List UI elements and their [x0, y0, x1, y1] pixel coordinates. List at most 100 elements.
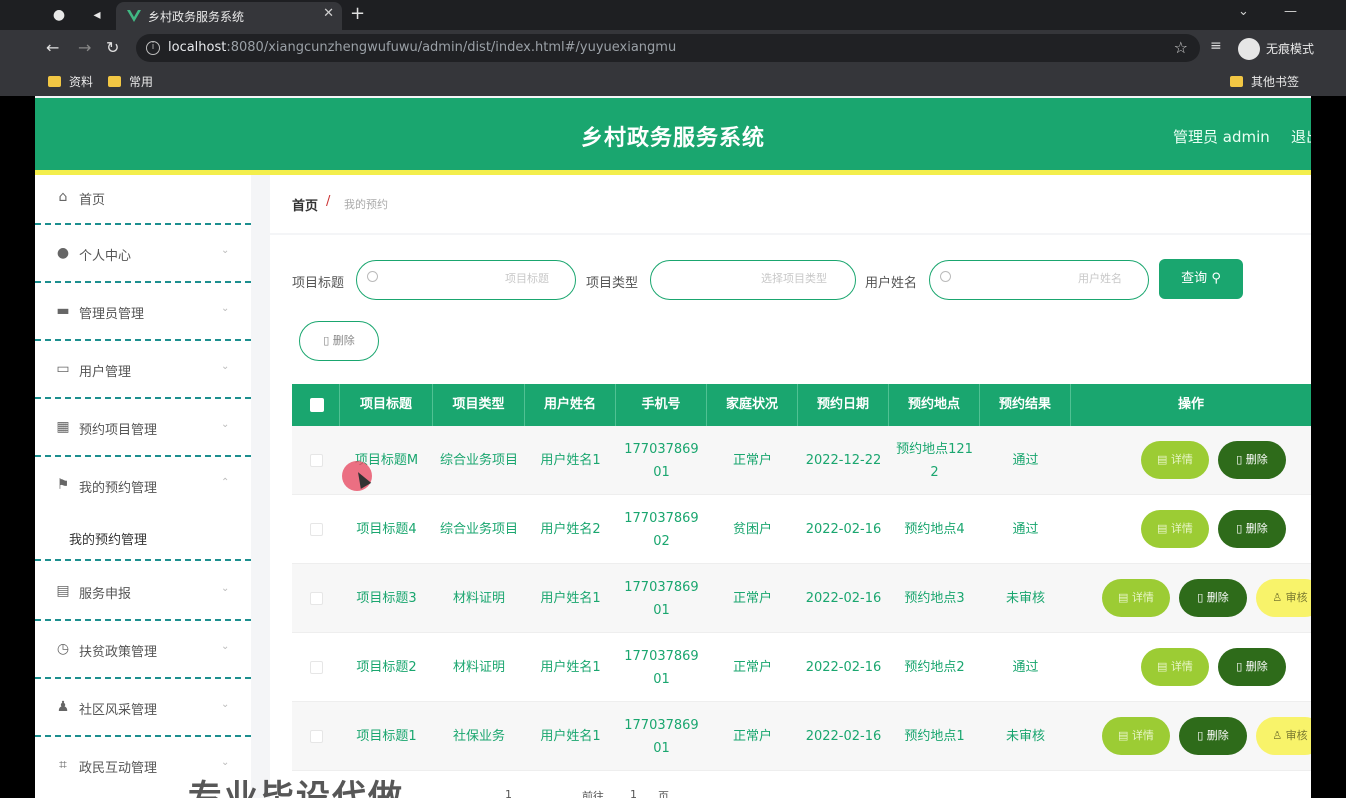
cell-place: 预约地点1: [904, 729, 965, 744]
detail-button[interactable]: ▤ 详情: [1141, 441, 1209, 479]
cell-name: 用户姓名1: [540, 729, 601, 744]
cell-title: 项目标题4: [356, 522, 417, 537]
detail-button[interactable]: ▤ 详情: [1141, 648, 1209, 686]
sidebar-item-service[interactable]: ▤ 服务申报 ⌄: [35, 563, 251, 621]
reload-icon[interactable]: ↻: [106, 38, 119, 57]
chevron-down-icon: ⌄: [221, 757, 230, 768]
row-checkbox[interactable]: [310, 592, 323, 605]
cell-family: 正常户: [732, 453, 772, 468]
site-header: 乡村政务服务系统 管理员 admin 退出: [35, 98, 1311, 170]
row-checkbox[interactable]: [310, 454, 323, 467]
row-checkbox[interactable]: [310, 661, 323, 674]
main-content: 首页 / 我的预约 项目标题 项目类型 用户姓名 查询: [270, 175, 1311, 798]
browser-tab[interactable]: 乡村政务服务系统 ✕: [116, 2, 342, 30]
tab-search-icon[interactable]: ◂: [86, 4, 108, 26]
cell-family: 正常户: [732, 729, 772, 744]
other-bookmarks[interactable]: 其他书签: [1230, 73, 1299, 90]
reading-list-icon[interactable]: ≡: [1210, 38, 1222, 54]
pager-goto-input[interactable]: 1: [630, 788, 637, 798]
cell-phone: 17703786901: [624, 648, 699, 687]
col-family: 家庭状况: [707, 384, 798, 426]
delete-button[interactable]: ▯ 删除: [1218, 648, 1286, 686]
filter-title-label: 项目标题: [292, 276, 345, 291]
detail-button[interactable]: ▤ 详情: [1102, 579, 1170, 617]
type-select-input[interactable]: [677, 272, 827, 285]
header-select-all[interactable]: [292, 384, 340, 426]
vue-icon: [127, 10, 141, 22]
chevron-down-icon[interactable]: ⌄: [1238, 4, 1249, 19]
sidebar-item-profile[interactable]: ● 个人中心 ⌄: [35, 225, 251, 283]
sidebar-item-policy[interactable]: ◷ 扶贫政策管理 ⌄: [35, 621, 251, 679]
cell-phone: 17703786901: [624, 717, 699, 756]
bookmark-folder[interactable]: 常用: [108, 73, 153, 90]
audit-button[interactable]: ♙ 审核: [1256, 717, 1311, 755]
browser-menu-icon[interactable]: ●: [48, 4, 70, 26]
incognito-icon[interactable]: [1238, 38, 1260, 60]
breadcrumb-home[interactable]: 首页: [292, 195, 318, 214]
watermark-text: 专业毕设代做: [188, 778, 404, 798]
cell-name: 用户姓名1: [540, 591, 601, 606]
filter-name-input[interactable]: [929, 260, 1149, 300]
filter-title-input[interactable]: [356, 260, 576, 300]
user-icon: ●: [56, 245, 70, 261]
checkbox[interactable]: [310, 398, 324, 412]
cell-family: 正常户: [732, 660, 772, 675]
logout-link[interactable]: 退出: [1291, 126, 1311, 147]
new-tab-icon[interactable]: +: [350, 3, 365, 24]
cell-name: 用户姓名1: [540, 453, 601, 468]
table-row: 项目标题2 材料证明 用户姓名1 17703786901 正常户 2022-02…: [292, 633, 1311, 702]
delete-button[interactable]: ▯ 删除: [1179, 717, 1247, 755]
search-icon: [940, 271, 951, 282]
chevron-down-icon: ⌄: [221, 303, 230, 314]
sidebar-item-projects[interactable]: ▦ 预约项目管理 ⌄: [35, 399, 251, 457]
pager-page[interactable]: 1: [505, 788, 512, 798]
grid-icon: ▦: [56, 419, 70, 435]
col-result: 预约结果: [980, 384, 1071, 426]
bookmark-folder[interactable]: 资料: [48, 73, 93, 90]
filter-type-select[interactable]: [650, 260, 856, 300]
sidebar-item-users[interactable]: ▭ 用户管理 ⌄: [35, 341, 251, 399]
home-icon: ⌂: [58, 189, 68, 205]
cell-title: 项目标题3: [356, 591, 417, 606]
cell-name: 用户姓名2: [540, 522, 601, 537]
crop-icon: ⌗: [59, 757, 67, 773]
sidebar-item-community[interactable]: ♟ 社区风采管理 ⌄: [35, 679, 251, 737]
breadcrumb-current: 我的预约: [344, 198, 388, 211]
address-bar[interactable]: i localhost:8080/xiangcunzhengwufuwu/adm…: [136, 34, 1200, 62]
web-page: 乡村政务服务系统 管理员 admin 退出 ⌂ 首页 ● 个人中心 ⌄ ▬ 管理…: [35, 96, 1311, 798]
submenu-my-appointments[interactable]: 我的预约管理: [35, 515, 251, 561]
back-icon[interactable]: ←: [46, 38, 59, 57]
chevron-down-icon: ⌄: [221, 641, 230, 652]
detail-button[interactable]: ▤ 详情: [1102, 717, 1170, 755]
bookmarks-bar: 资料 常用 其他书签: [0, 66, 1346, 96]
chevron-down-icon: ⌄: [221, 583, 230, 594]
info-icon[interactable]: i: [146, 41, 160, 55]
detail-button[interactable]: ▤ 详情: [1141, 510, 1209, 548]
cell-place: 预约地点3: [904, 591, 965, 606]
col-type: 项目类型: [433, 384, 525, 426]
chevron-up-icon: ⌃: [221, 477, 230, 488]
filter-name-label: 用户姓名: [865, 276, 918, 291]
cell-result: 通过: [1012, 522, 1039, 537]
filter-type-label: 项目类型: [586, 276, 639, 291]
search-button[interactable]: 查询 ⚲: [1159, 259, 1243, 299]
minimize-icon[interactable]: —: [1284, 4, 1297, 19]
table-row: 项目标题1 社保业务 用户姓名1 17703786901 正常户 2022-02…: [292, 702, 1311, 771]
delete-button[interactable]: ▯ 删除: [1179, 579, 1247, 617]
cell-place: 预约地点1212: [896, 441, 973, 480]
sidebar-item-admins[interactable]: ▬ 管理员管理 ⌄: [35, 283, 251, 341]
audit-button[interactable]: ♙ 审核: [1256, 579, 1311, 617]
star-icon[interactable]: ☆: [1174, 38, 1188, 57]
row-checkbox[interactable]: [310, 730, 323, 743]
delete-button[interactable]: ▯ 删除: [1218, 510, 1286, 548]
name-input[interactable]: [972, 272, 1122, 285]
delete-button[interactable]: ▯ 删除: [1218, 441, 1286, 479]
cell-date: 2022-02-16: [805, 729, 882, 744]
title-input[interactable]: [399, 272, 549, 285]
forward-icon[interactable]: →: [78, 38, 91, 57]
batch-delete-button[interactable]: ▯ 删除: [299, 321, 379, 361]
row-checkbox[interactable]: [310, 523, 323, 536]
sidebar-item-home[interactable]: ⌂ 首页: [35, 175, 251, 225]
sidebar-item-my-appointments[interactable]: ⚑ 我的预约管理 ⌃: [35, 457, 251, 507]
close-icon[interactable]: ✕: [323, 6, 334, 21]
